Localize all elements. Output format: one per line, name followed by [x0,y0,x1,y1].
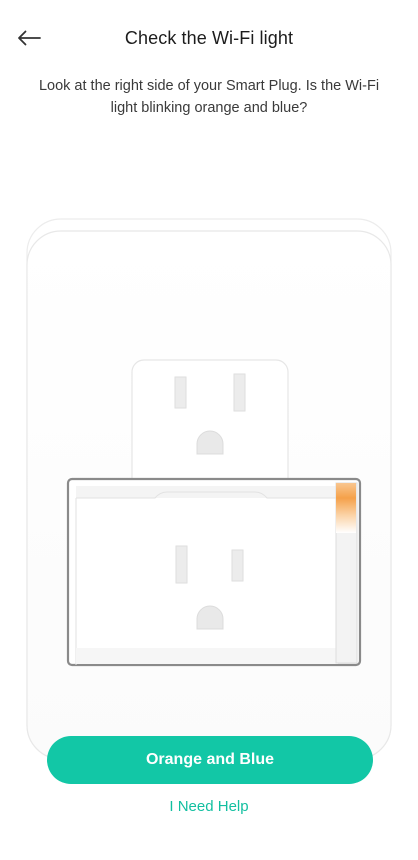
upper-outlet [131,359,289,495]
need-help-link[interactable]: I Need Help [0,798,418,815]
instructions-text: Look at the right side of your Smart Plu… [38,78,380,116]
orange-and-blue-button[interactable]: Orange and Blue [47,736,373,784]
page-title: Check the Wi-Fi light [124,28,294,48]
smart-plug [66,477,362,667]
wifi-led [336,483,356,533]
header: Check the Wi-Fi light [0,0,418,78]
smart-plug-illustration [0,200,418,760]
